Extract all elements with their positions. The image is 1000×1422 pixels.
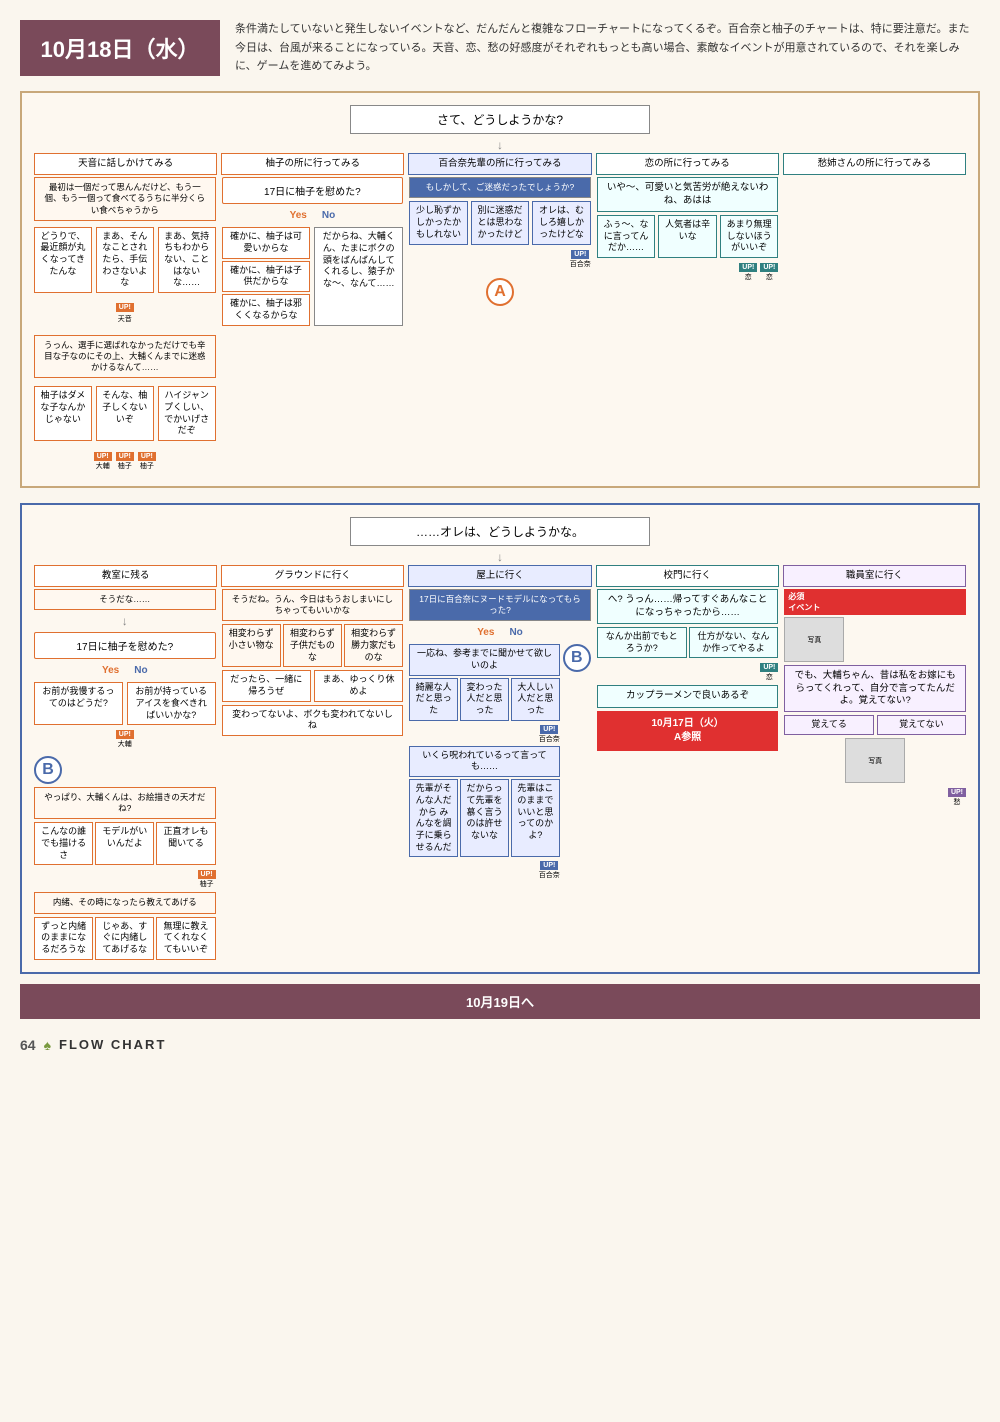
yurina-options: 少し恥ずかしかったかもしれない 別に迷惑だとは思わなかったけど オレは、むしろ嬉… [409, 201, 591, 244]
date-event: 10月17日（火）A参照 [597, 711, 779, 751]
koi-options: ふぅ〜、なに言ってんだか…… 人気者は辛いな あまり無理しないほうがいいぞ [597, 215, 779, 258]
komon-q: へ? うっん……帰ってすぐあんなことになっちゃったから…… [597, 589, 779, 624]
koi-col: いや〜、可愛いと気苦労が絶えないわね、あはは ふぅ〜、なに言ってんだか…… 人気… [597, 177, 779, 282]
start-box: さて、どうしようかな? [350, 105, 650, 134]
tenon-up: UP! 天音 [34, 301, 216, 324]
kyoshitsu-text: そうだな…… [34, 589, 216, 610]
date-text: 10月18日（水） [41, 37, 200, 62]
kyoshitsu-q2: やっぱり、大輔くんは、お絵描きの天才だね? [34, 787, 216, 819]
shokuinshitsu-q: でも、大輔ちゃん、昔は私をお嫁にもらってくれって、自分で言ってたんだよ。覚えてな… [784, 665, 966, 712]
header-description: 条件満たしていないと発生しないイベントなど、だんだんと複雑なフローチャートになっ… [235, 20, 980, 76]
okujou-content: 17日に百合奈にヌードモデルになってもらった? Yes No 一応ね、参考までに… [409, 589, 591, 880]
kyoshitsu-q: 17日に柚子を慰めた? [34, 632, 216, 659]
branch-content-row: 最初は一個だって思んんだけど、もう一個、もう一個って食べてるうちに半分くらい食べ… [34, 177, 966, 473]
shokuinshitsu-top: 必須イベント 写真 [784, 589, 966, 662]
b-label-1: B [34, 756, 216, 784]
shokuinshitsu-content: 必須イベント 写真 でも、大輔ちゃん、昔は私をお嫁にもらってくれって、自分で言っ… [784, 589, 966, 807]
branch-shu: 愁姉さんの所に行ってみる [783, 153, 966, 175]
okujou-opts: 綺麗な人だと思った 変わった人だと思った 大人しい人だと思った [409, 678, 560, 721]
ground-sub: だったら、一緒に帰ろうぜ まあ、ゆっくり休めよ [222, 670, 404, 701]
koi-ups: UP! 恋 UP! 恋 [597, 261, 779, 282]
yurina-q: もしかして、ご迷惑だったでしょうか? [409, 177, 591, 198]
tenon-q1: 最初は一個だって思んんだけど、もう一個、もう一個って食べてるうちに半分くらい食べ… [34, 177, 216, 220]
photo1: 写真 [784, 617, 844, 662]
yurina-ups: UP! 百合奈 [409, 248, 591, 269]
middle-box: ……オレは、どうしようかな。 [350, 517, 650, 546]
ground-content: そうだね。うん、今日はもうおしまいにしちゃってもいいかな 相変わらず小さい物な … [222, 589, 404, 736]
okujou-opts2: 先輩がそんな人だから みんなを調子に乗らせるんだ だからって先輩を慕く言うのは許… [409, 779, 560, 857]
komon-q2: カップラーメンで良いあるぞ [597, 685, 779, 707]
tenon-sub1: どうりで、最近顔が丸くなってきたんな まあ、そんなことされたら、手伝わさないよな… [34, 227, 216, 293]
shokuinshitsu-opts: 覚えてる 覚えてない [784, 715, 966, 735]
middle-flowchart: ……オレは、どうしようかな。 ↓ 教室に残る グラウンドに行く 屋上に行く 校門… [20, 503, 980, 974]
header-section: 10月18日（水） 条件満たしていないと発生しないイベントなど、だんだんと複雑な… [20, 20, 980, 76]
branch-kyoshitsu: 教室に残る [34, 565, 217, 587]
kyoshitsu-q3: 内緒、その時になったら教えてあげる [34, 892, 216, 913]
middle-start: ……オレは、どうしようかな。 [34, 517, 966, 546]
branch-komon: 校門に行く [596, 565, 779, 587]
page: 10月18日（水） 条件満たしていないと発生しないイベントなど、だんだんと複雑な… [0, 0, 1000, 1422]
kyoshitsu-opts: こんなの誰でも描けるさ モデルがいいんだよ 正直オレも聞いてる [34, 822, 216, 865]
yuzu-branches: 確かに、柚子は可愛いからな 確かに、柚子は子供だからな 確かに、柚子は邪くくなる… [222, 227, 404, 325]
start-node: さて、どうしようかな? [34, 105, 966, 134]
komon-content: へ? うっん……帰ってすぐあんなことになっちゃったから…… なんか出前でもとろう… [597, 589, 779, 750]
komon-opts: なんか出前でもとろうか? 仕方がない、なんか作ってやるよ [597, 627, 779, 658]
kyoshitsu-opts3: ずっと内緒のままになるだろうな じゃあ、すぐに内緒してあげるな 無理に教えてくれ… [34, 917, 216, 960]
ground-q2: 変わってないよ、ボクも変われてないしね [222, 705, 404, 736]
yurina-col: もしかして、ご迷惑だったでしょうか? 少し恥ずかしかったかもしれない 別に迷惑だ… [409, 177, 591, 305]
page-number: 64 [20, 1037, 36, 1053]
photo2: 写真 [845, 738, 905, 783]
branch-tenon: 天音に話しかけてみる [34, 153, 217, 175]
okujou-q: 17日に百合奈にヌードモデルになってもらった? [409, 589, 591, 621]
branch-ground: グラウンドに行く [221, 565, 404, 587]
kyoshitsu-subbranch: お前が我慢するってのはどうだ? お前が持っているアイスを食べきればいいかな? [34, 682, 216, 725]
destination-box: 10月19日へ [20, 984, 980, 1019]
tenon-col: 最初は一個だって思んんだけど、もう一個、もう一個って食べてるうちに半分くらい食べ… [34, 177, 216, 473]
kyoshitsu-content: そうだな…… ↓ 17日に柚子を慰めた? Yes No お前が我慢するってのはど… [34, 589, 216, 959]
arrow-mid: ↓ [34, 550, 966, 564]
yuzu-yes-no: Yes No [290, 210, 336, 221]
koi-q: いや〜、可愛いと気苦労が絶えないわね、あはは [597, 177, 779, 212]
branch-shokuinshitsu: 職員室に行く [783, 565, 966, 587]
leaf-icon: ♠ [44, 1037, 51, 1053]
ground-opts: 相変わらず小さい物な 相変わらず子供だものな 相変わらず勝力家だものな [222, 624, 404, 667]
kyoshitsu-up: UP! 大輔 [34, 728, 216, 749]
branch-okujou: 屋上に行く [408, 565, 591, 587]
okujou-branches: 一応ね、参考までに聞かせて欲しいのよ 綺麗な人だと思った 変わった人だと思った … [409, 644, 591, 880]
branch-row-1: 天音に話しかけてみる 柚子の所に行ってみる 百合奈先輩の所に行ってみる 恋の所に… [34, 153, 966, 175]
shu-col [784, 177, 966, 197]
arrow1: ↓ [34, 138, 966, 152]
yuzu-col: 17日に柚子を慰めた? Yes No 確かに、柚子は可愛いからな 確かに、柚子は… [222, 177, 404, 325]
branch-yuzu: 柚子の所に行ってみる [221, 153, 404, 175]
branch-yurina: 百合奈先輩の所に行ってみる [408, 153, 591, 175]
footer-title: FLOW CHART [59, 1037, 166, 1052]
bottom-branch-row: 教室に残る グラウンドに行く 屋上に行く 校門に行く 職員室に行く [34, 565, 966, 587]
footer: 64 ♠ FLOW CHART [20, 1029, 980, 1061]
tenon-sub2: 柚子はダメな子なんかじゃない そんな、柚子しくないいぞ ハイジャンプくしい、でか… [34, 386, 216, 441]
b-label-2: B [563, 644, 591, 672]
yuzu-q: 17日に柚子を慰めた? [222, 177, 404, 204]
section-a: A [486, 278, 514, 306]
tenon-sub2b: UP! 大輔 UP! 柚子 UP! 柚子 [34, 450, 216, 471]
date-box: 10月18日（水） [20, 20, 220, 76]
branch-koi: 恋の所に行ってみる [596, 153, 779, 175]
top-flowchart: さて、どうしようかな? ↓ 天音に話しかけてみる 柚子の所に行ってみる 百合奈先… [20, 91, 980, 488]
tenon-q2: うっん、選手に選ばれなかっただけでも辛目な子なのにその上、大輔くんまでに迷惑かけ… [34, 335, 216, 378]
kyoshitsu-up2: UP! 柚子 [34, 868, 216, 889]
bottom-branch-content: そうだな…… ↓ 17日に柚子を慰めた? Yes No お前が我慢するってのはど… [34, 589, 966, 959]
